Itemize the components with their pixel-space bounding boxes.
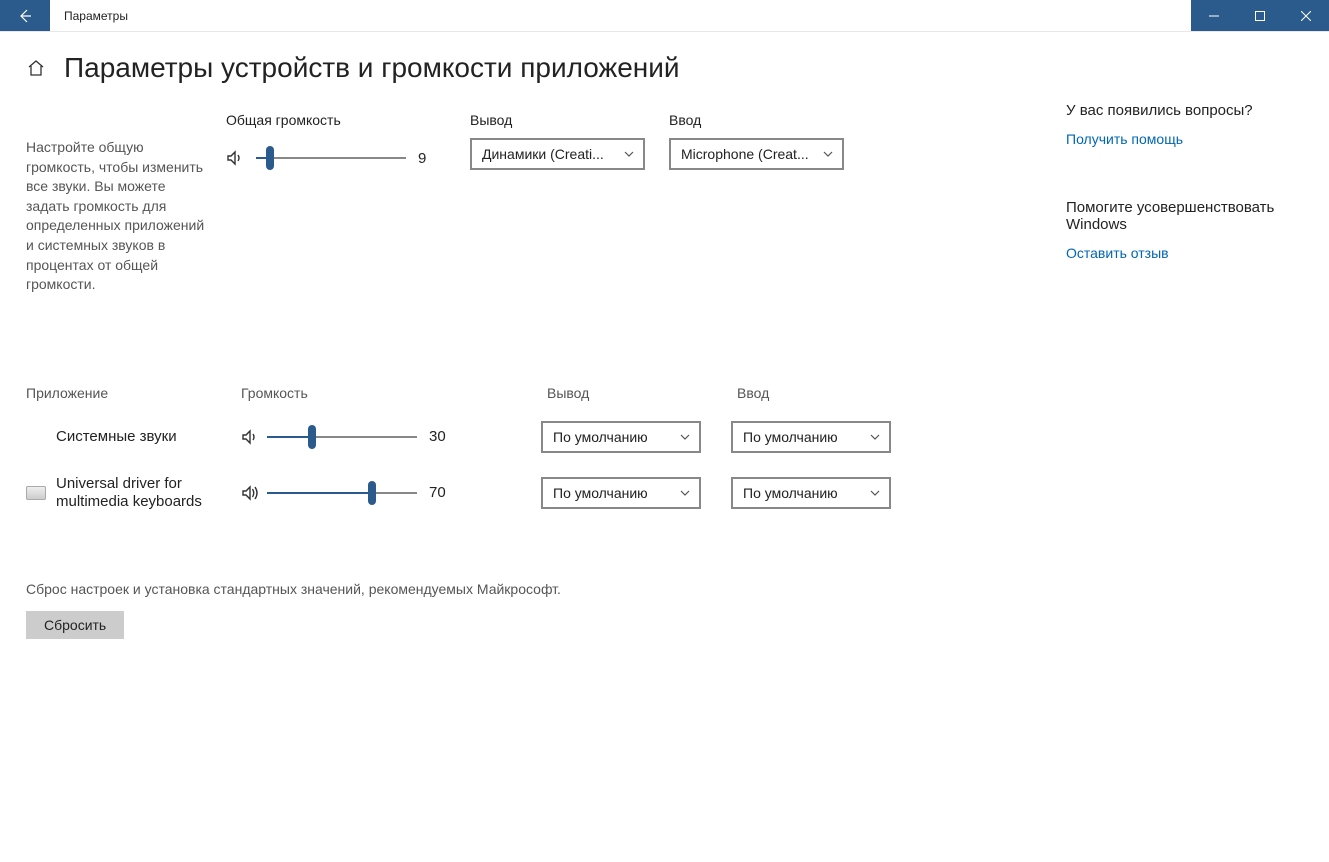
minimize-button[interactable] xyxy=(1191,0,1237,31)
speaker-icon[interactable] xyxy=(226,149,244,167)
arrow-left-icon xyxy=(17,8,33,24)
keyboard-icon xyxy=(26,486,46,500)
minimize-icon xyxy=(1209,11,1219,21)
app-output-cell: По умолчанию xyxy=(541,409,721,465)
window-title: Параметры xyxy=(50,0,1191,31)
col-output-header: Вывод xyxy=(541,385,721,401)
col-volume-header: Громкость xyxy=(241,385,531,401)
help-heading: У вас появились вопросы? xyxy=(1066,102,1303,119)
input-label: Ввод xyxy=(669,112,844,128)
page-title: Параметры устройств и громкости приложен… xyxy=(64,52,680,84)
feedback-heading: Помогите усовершенствовать Windows xyxy=(1066,199,1303,233)
home-icon[interactable] xyxy=(26,58,46,78)
help-link[interactable]: Получить помощь xyxy=(1066,131,1183,147)
app-name-cell: Системные звуки xyxy=(26,409,231,465)
app-name-cell: Universal driver for multimedia keyboard… xyxy=(26,465,231,521)
reset-description: Сброс настроек и установка стандартных з… xyxy=(26,581,1046,597)
maximize-icon xyxy=(1255,11,1265,21)
chevron-down-icon xyxy=(869,431,881,443)
input-dropdown[interactable]: Microphone (Creat... xyxy=(669,138,844,170)
output-dropdown[interactable]: Динамики (Creati... xyxy=(470,138,645,170)
col-input-header: Ввод xyxy=(731,385,911,401)
close-button[interactable] xyxy=(1283,0,1329,31)
app-volume-slider[interactable] xyxy=(267,481,417,505)
app-input-dropdown[interactable]: По умолчанию xyxy=(731,421,891,453)
speaker-icon[interactable] xyxy=(241,428,259,446)
app-volume-value: 70 xyxy=(429,484,457,501)
app-input-selected: По умолчанию xyxy=(743,429,838,445)
back-button[interactable] xyxy=(0,0,50,31)
app-input-cell: По умолчанию xyxy=(731,465,911,521)
maximize-button[interactable] xyxy=(1237,0,1283,31)
app-output-selected: По умолчанию xyxy=(553,429,648,445)
app-output-selected: По умолчанию xyxy=(553,485,648,501)
chevron-down-icon xyxy=(679,487,691,499)
titlebar: Параметры xyxy=(0,0,1329,32)
page-description: Настройте общую громкость, чтобы изменит… xyxy=(26,112,206,295)
app-volume-value: 30 xyxy=(429,428,457,445)
col-app-header: Приложение xyxy=(26,385,231,401)
close-icon xyxy=(1301,11,1311,21)
app-output-dropdown[interactable]: По умолчанию xyxy=(541,421,701,453)
app-name: Universal driver for multimedia keyboard… xyxy=(56,475,231,511)
app-volume-slider[interactable] xyxy=(267,425,417,449)
output-label: Вывод xyxy=(470,112,645,128)
app-input-cell: По умолчанию xyxy=(731,409,911,465)
reset-button[interactable]: Сбросить xyxy=(26,611,124,639)
window-controls xyxy=(1191,0,1329,31)
master-volume-label: Общая громкость xyxy=(226,112,446,128)
master-volume-slider[interactable] xyxy=(256,146,406,170)
chevron-down-icon xyxy=(623,148,635,160)
app-name: Системные звуки xyxy=(26,428,177,446)
app-input-dropdown[interactable]: По умолчанию xyxy=(731,477,891,509)
feedback-link[interactable]: Оставить отзыв xyxy=(1066,245,1169,261)
app-volume-cell: 70 xyxy=(241,465,531,521)
chevron-down-icon xyxy=(679,431,691,443)
output-selected: Динамики (Creati... xyxy=(482,146,604,162)
input-selected: Microphone (Creat... xyxy=(681,146,809,162)
chevron-down-icon xyxy=(869,487,881,499)
app-output-dropdown[interactable]: По умолчанию xyxy=(541,477,701,509)
master-volume-value: 9 xyxy=(418,150,446,167)
app-volume-cell: 30 xyxy=(241,409,531,465)
app-input-selected: По умолчанию xyxy=(743,485,838,501)
chevron-down-icon xyxy=(822,148,834,160)
app-output-cell: По умолчанию xyxy=(541,465,721,521)
speaker-icon[interactable] xyxy=(241,484,259,502)
page-header: Параметры устройств и громкости приложен… xyxy=(26,52,1046,84)
